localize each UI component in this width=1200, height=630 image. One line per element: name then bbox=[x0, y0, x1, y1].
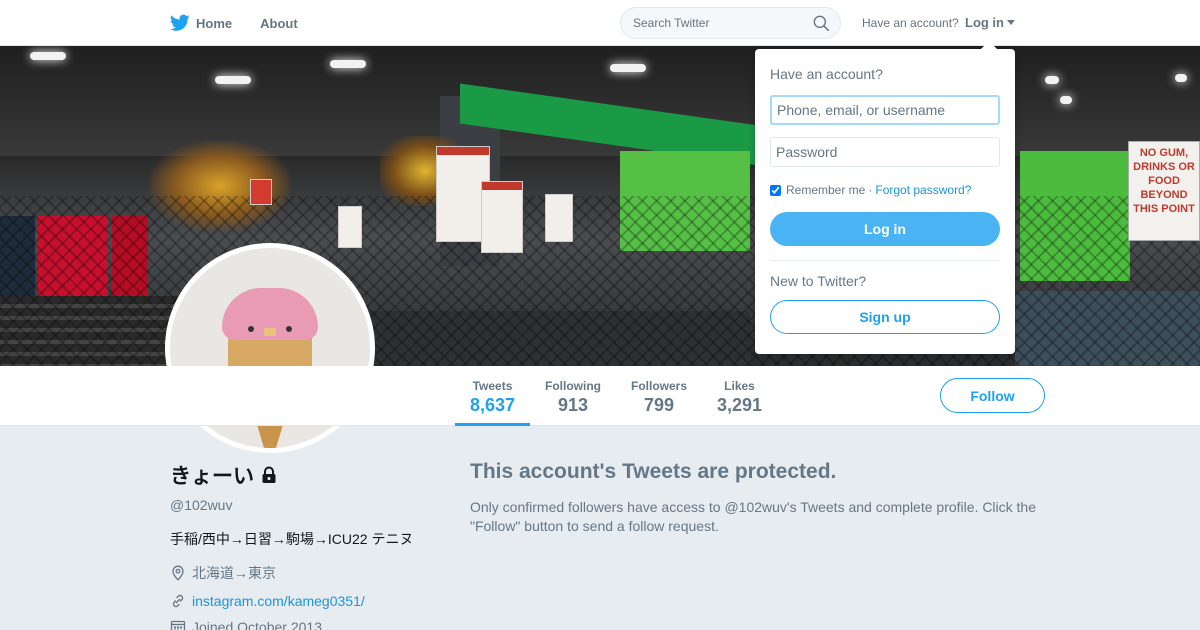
search-icon[interactable] bbox=[813, 15, 830, 32]
banner-light bbox=[330, 60, 366, 68]
remember-row: Remember me · Forgot password? bbox=[770, 183, 971, 197]
location-text: 北海道→東京 bbox=[192, 565, 276, 581]
stat-value: 799 bbox=[643, 395, 675, 415]
profile-name-row: きょーい bbox=[170, 460, 450, 490]
separator: · bbox=[868, 183, 873, 197]
profile-website: instagram.com/kameg0351/ bbox=[170, 593, 450, 609]
banner-sign bbox=[545, 194, 573, 242]
banner-light bbox=[1060, 96, 1072, 104]
dropdown-title: Have an account? bbox=[770, 66, 883, 82]
banner-rules-sign: NO GUM, DRINKS OR FOOD BEYOND THIS POINT bbox=[1128, 141, 1200, 241]
website-link[interactable]: instagram.com/kameg0351/ bbox=[192, 593, 365, 609]
joined-text: Joined October 2013 bbox=[192, 619, 322, 630]
forgot-password-link[interactable]: Forgot password? bbox=[875, 183, 971, 197]
login-button[interactable]: Log in bbox=[770, 212, 1000, 246]
login-dropdown: Have an account? Remember me · Forgot pa… bbox=[755, 41, 1015, 354]
location-pin-icon bbox=[172, 565, 184, 581]
dropdown-arrow bbox=[981, 41, 997, 49]
follow-button[interactable]: Follow bbox=[940, 378, 1045, 413]
profile-bio: 手稲/西中→日習→駒場→ICU22 テニヌ bbox=[170, 531, 414, 547]
stat-tweets[interactable]: Tweets 8,637 bbox=[455, 366, 530, 426]
stat-value: 8,637 bbox=[469, 395, 516, 415]
password-field[interactable] bbox=[770, 137, 1000, 167]
avatar-eye bbox=[248, 326, 254, 332]
nav-about-label: About bbox=[260, 15, 298, 31]
login-dropdown-toggle[interactable]: Log in bbox=[965, 15, 1015, 30]
avatar-eye bbox=[286, 326, 292, 332]
top-nav: Home About Have an account? Log in bbox=[0, 0, 1200, 46]
avatar-beak bbox=[264, 328, 276, 336]
profile-handle[interactable]: @102wuv bbox=[170, 497, 450, 513]
profile-card: きょーい @102wuv 手稲/西中→日習→駒場→ICU22 テニヌ 北海道→東… bbox=[170, 460, 450, 630]
login-toggle-label: Log in bbox=[965, 15, 1004, 30]
stat-label: Followers bbox=[630, 379, 687, 393]
profile-location: 北海道→東京 bbox=[170, 563, 450, 583]
username-field[interactable] bbox=[770, 95, 1000, 125]
stat-value: 913 bbox=[557, 395, 589, 415]
nav-home[interactable]: Home bbox=[170, 14, 232, 32]
banner-light bbox=[1045, 76, 1059, 84]
link-icon bbox=[172, 594, 184, 608]
dropdown-divider bbox=[770, 260, 1000, 261]
search-input[interactable] bbox=[633, 16, 803, 30]
banner-light bbox=[610, 64, 646, 72]
stat-following[interactable]: Following 913 bbox=[538, 366, 608, 426]
twitter-bird-icon bbox=[170, 14, 190, 31]
have-account-text: Have an account? bbox=[862, 16, 959, 30]
remember-label[interactable]: Remember me bbox=[786, 183, 865, 197]
stat-value: 3,291 bbox=[716, 395, 763, 415]
calendar-icon bbox=[170, 620, 186, 630]
remember-checkbox[interactable] bbox=[770, 184, 781, 196]
profile-nav: Tweets 8,637 Following 913 Followers 799… bbox=[0, 366, 1200, 426]
profile-name[interactable]: きょーい bbox=[170, 460, 254, 490]
profile-joined: Joined October 2013 bbox=[170, 619, 450, 630]
banner-light bbox=[30, 52, 66, 60]
caret-down-icon bbox=[1007, 20, 1015, 25]
protected-message: Only confirmed followers have access to … bbox=[470, 499, 1036, 534]
search-box[interactable] bbox=[620, 7, 841, 39]
banner-sign bbox=[481, 181, 523, 253]
stat-label: Tweets bbox=[472, 379, 513, 393]
lock-icon bbox=[262, 466, 276, 483]
stat-label: Following bbox=[545, 379, 601, 393]
banner-light bbox=[1175, 74, 1187, 82]
protected-notice: This account's Tweets are protected. Onl… bbox=[470, 460, 1040, 536]
stat-label: Likes bbox=[724, 379, 755, 393]
nav-about[interactable]: About bbox=[260, 16, 298, 31]
protected-title: This account's Tweets are protected. bbox=[470, 460, 837, 483]
nav-left: Home About bbox=[170, 0, 326, 46]
banner-sign bbox=[250, 179, 272, 205]
nav-home-label: Home bbox=[196, 15, 233, 31]
signup-button[interactable]: Sign up bbox=[770, 300, 1000, 334]
banner-sign bbox=[338, 206, 362, 248]
banner-light bbox=[215, 76, 251, 84]
stat-likes[interactable]: Likes 3,291 bbox=[706, 366, 773, 426]
new-to-twitter-text: New to Twitter? bbox=[770, 273, 867, 289]
stat-followers[interactable]: Followers 799 bbox=[624, 366, 694, 426]
